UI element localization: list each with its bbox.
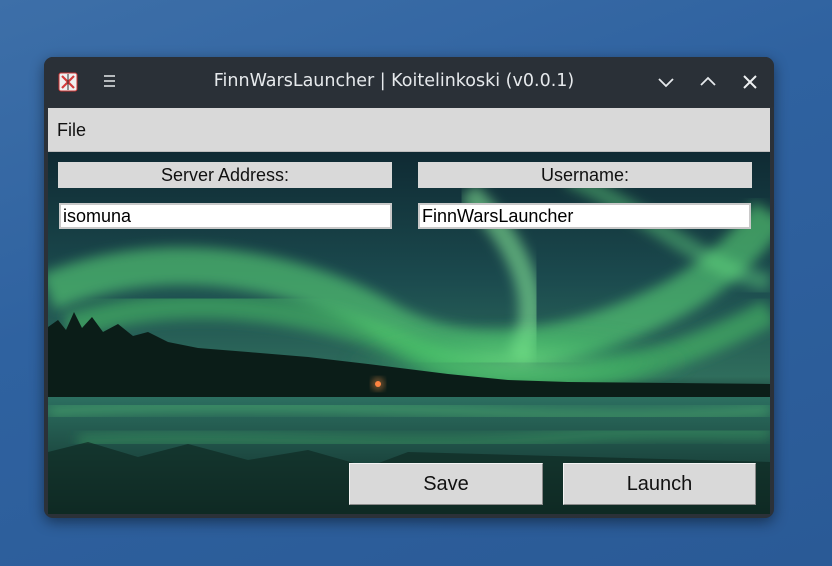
launch-button[interactable]: Launch (563, 463, 756, 505)
save-button[interactable]: Save (349, 463, 543, 505)
launcher-window: FinnWarsLauncher | Koitelinkoski (v0.0.1… (44, 57, 774, 518)
title-bar[interactable]: FinnWarsLauncher | Koitelinkoski (v0.0.1… (44, 57, 774, 107)
close-icon[interactable] (738, 70, 762, 94)
app-logo-icon[interactable] (58, 72, 78, 92)
hamburger-menu-icon[interactable] (102, 71, 118, 91)
username-label: Username: (418, 162, 752, 188)
server-address-input[interactable] (59, 203, 392, 229)
chevron-up-icon[interactable] (696, 70, 720, 94)
main-panel: Server Address: Username: Save Launch (48, 152, 770, 514)
window-title: FinnWarsLauncher | Koitelinkoski (v0.0.1… (213, 71, 575, 91)
menu-bar: File (48, 108, 770, 152)
menu-file[interactable]: File (57, 120, 86, 141)
server-address-label: Server Address: (58, 162, 392, 188)
chevron-down-icon[interactable] (654, 70, 678, 94)
username-input[interactable] (418, 203, 751, 229)
